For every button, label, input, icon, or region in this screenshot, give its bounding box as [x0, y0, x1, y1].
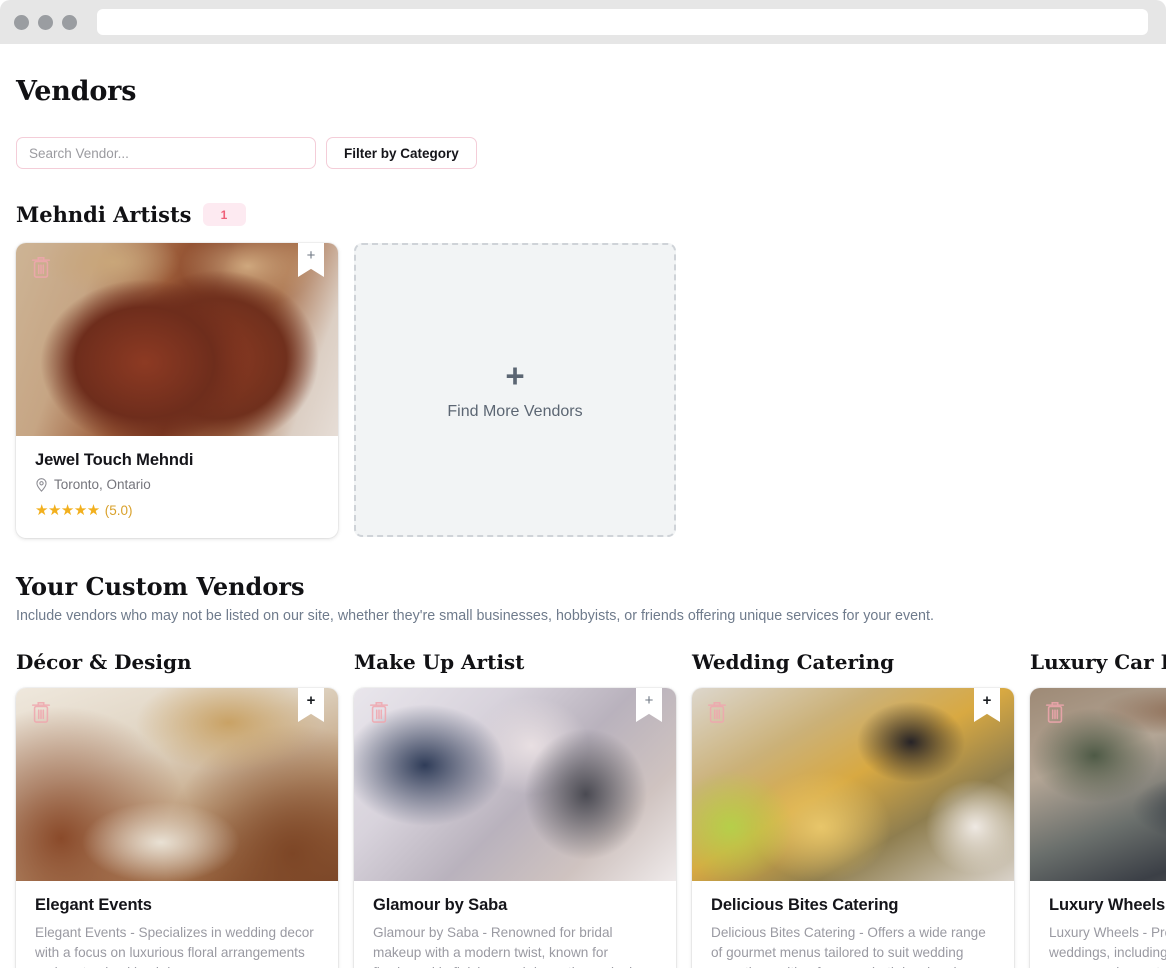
address-bar[interactable] — [97, 9, 1148, 35]
category-title: Mehndi Artists — [16, 202, 192, 227]
find-more-vendors-button[interactable]: + Find More Vendors — [354, 243, 676, 537]
vendor-card-body: Glamour by Saba Glamour by Saba - Renown… — [354, 881, 676, 968]
custom-vendor-card[interactable]: + Luxury Wheels Luxury Wheels - Provides… — [1030, 688, 1166, 968]
custom-vendor-column-makeup: Make Up Artist + Glamour by Saba Glamour… — [354, 650, 676, 968]
add-to-list-bookmark[interactable]: + — [298, 688, 324, 722]
add-to-list-bookmark[interactable]: + — [298, 243, 324, 277]
vendor-controls: Filter by Category — [16, 137, 1150, 169]
plus-icon: + — [306, 692, 316, 709]
add-to-list-bookmark[interactable]: + — [636, 688, 662, 722]
category-header: Mehndi Artists 1 — [16, 202, 1150, 227]
delete-icon[interactable] — [368, 700, 390, 724]
minimize-dot[interactable] — [38, 14, 53, 30]
vendor-card[interactable]: + Jewel Touch Mehndi Toronto, Ontario ★★… — [16, 243, 338, 538]
vendor-thumbnail: + — [692, 688, 1014, 881]
find-more-vendors-label: Find More Vendors — [447, 403, 583, 420]
column-title: Wedding Catering — [692, 650, 895, 674]
custom-vendors-description: Include vendors who may not be listed on… — [16, 608, 934, 624]
vendor-location: Toronto, Ontario — [35, 477, 319, 492]
filter-by-category-button[interactable]: Filter by Category — [326, 137, 477, 169]
vendor-thumbnail: + — [16, 688, 338, 881]
vendor-location-text: Toronto, Ontario — [54, 477, 151, 492]
browser-chrome — [0, 0, 1166, 44]
vendor-name: Glamour by Saba — [373, 896, 508, 914]
column-title: Décor & Design — [16, 650, 192, 674]
location-pin-icon — [36, 477, 47, 492]
custom-vendor-column-decor: Décor & Design + Elegant Events Elegant … — [16, 650, 338, 968]
vendor-rating: ★★★★★ (5.0) — [35, 501, 319, 519]
category-count-badge: 1 — [202, 203, 246, 226]
vendor-description: Glamour by Saba - Renowned for bridal ma… — [373, 925, 647, 968]
vendor-card-body: Elegant Events Elegant Events - Speciali… — [16, 881, 338, 968]
delete-icon[interactable] — [30, 255, 52, 279]
plus-icon: + — [982, 692, 992, 709]
plus-icon: + — [505, 357, 525, 394]
window-controls — [14, 14, 77, 30]
rating-value: (5.0) — [104, 502, 133, 518]
vendor-thumbnail: + — [16, 243, 338, 436]
custom-vendor-columns: Décor & Design + Elegant Events Elegant … — [16, 650, 1166, 968]
vendor-description: Elegant Events - Specializes in wedding … — [35, 925, 314, 968]
column-title: Make Up Artist — [354, 650, 525, 674]
vendor-thumbnail: + — [1030, 688, 1166, 881]
vendor-name: Delicious Bites Catering — [711, 896, 899, 914]
vendor-card-body: Luxury Wheels Luxury Wheels - Provides p… — [1030, 881, 1166, 968]
search-input[interactable] — [16, 137, 316, 169]
maximize-dot[interactable] — [62, 14, 77, 30]
vendor-name: Elegant Events — [35, 896, 152, 914]
custom-vendor-card[interactable]: + Delicious Bites Catering Delicious Bit… — [692, 688, 1014, 968]
custom-vendor-column-car: Luxury Car Rental + Luxury Wheels Luxury… — [1030, 650, 1166, 968]
add-to-list-bookmark[interactable]: + — [974, 688, 1000, 722]
page-content: Vendors Filter by Category Mehndi Artist… — [0, 76, 1166, 968]
custom-vendor-card[interactable]: + Elegant Events Elegant Events - Specia… — [16, 688, 338, 968]
custom-vendor-column-catering: Wedding Catering + Delicious Bites Cater… — [692, 650, 1014, 968]
delete-icon[interactable] — [1044, 700, 1066, 724]
plus-icon: + — [306, 247, 316, 264]
vendor-name: Jewel Touch Mehndi — [35, 451, 194, 469]
close-dot[interactable] — [14, 14, 29, 30]
custom-vendor-card[interactable]: + Glamour by Saba Glamour by Saba - Reno… — [354, 688, 676, 968]
delete-icon[interactable] — [706, 700, 728, 724]
vendor-card-body: Delicious Bites Catering Delicious Bites… — [692, 881, 1014, 968]
vendor-description: Delicious Bites Catering - Offers a wide… — [711, 925, 986, 968]
star-rating-icon: ★★★★★ — [35, 502, 100, 519]
custom-vendors-title: Your Custom Vendors — [16, 572, 305, 601]
delete-icon[interactable] — [30, 700, 52, 724]
vendor-card-row: + Jewel Touch Mehndi Toronto, Ontario ★★… — [16, 243, 1150, 538]
vendor-card-body: Jewel Touch Mehndi Toronto, Ontario ★★★★… — [16, 436, 338, 538]
vendor-name: Luxury Wheels — [1049, 896, 1166, 914]
vendor-thumbnail: + — [354, 688, 676, 881]
page-title: Vendors — [16, 76, 137, 107]
plus-icon: + — [644, 692, 654, 709]
vendor-description: Luxury Wheels - Provides premium cars fo… — [1049, 925, 1166, 968]
column-title: Luxury Car Rental — [1030, 650, 1166, 674]
